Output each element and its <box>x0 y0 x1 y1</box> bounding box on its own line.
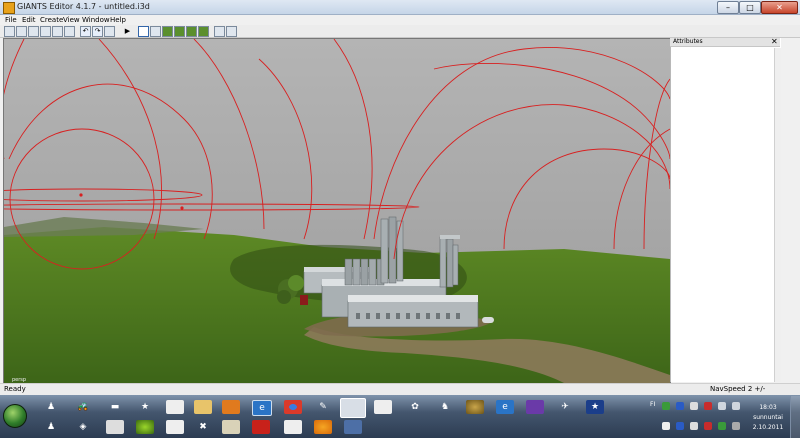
taskbar-blender-icon[interactable] <box>314 420 332 434</box>
export-icon[interactable] <box>52 26 63 37</box>
taskbar-ie-2-icon[interactable]: e <box>496 400 514 414</box>
tray-network-icon[interactable] <box>718 402 726 410</box>
status-bar <box>0 383 800 395</box>
undo-icon[interactable]: ↶ <box>80 26 91 37</box>
refresh-icon[interactable] <box>104 26 115 37</box>
taskbar-app-8-icon[interactable]: ♟ <box>42 420 60 434</box>
taskbar-goat-icon[interactable]: ♞ <box>436 400 454 414</box>
tray-volume-icon[interactable] <box>732 402 740 410</box>
taskbar-app-1-icon[interactable]: ♟ <box>42 400 60 414</box>
tray-app-4-icon[interactable] <box>676 422 684 430</box>
tray-app-8-icon[interactable] <box>732 422 740 430</box>
tray-app-6-icon[interactable] <box>704 422 712 430</box>
app-icon <box>3 2 15 14</box>
window-title: GIANTS Editor 4.1.7 - untitled.i3d <box>17 2 150 11</box>
menu-window[interactable]: Window <box>82 15 110 25</box>
taskbar-pdf-icon[interactable] <box>252 420 270 434</box>
start-button[interactable] <box>3 404 27 428</box>
clock-date[interactable]: 2.10.2011 <box>748 424 788 431</box>
terrain-raise-icon[interactable] <box>162 26 173 37</box>
tray-flag-icon[interactable] <box>690 402 698 410</box>
clock-day[interactable]: sunnuntai <box>748 414 788 421</box>
language-indicator[interactable]: FI <box>650 401 655 408</box>
menu-view[interactable]: View <box>63 15 80 25</box>
terrain-paint-icon[interactable] <box>198 26 209 37</box>
camera-icon[interactable] <box>226 26 237 37</box>
attributes-scrollbar[interactable] <box>774 48 781 382</box>
menu-bar: File Edit Create View Window Help <box>0 15 800 25</box>
terrain-smooth-icon[interactable] <box>186 26 197 37</box>
redo-icon[interactable]: ↷ <box>92 26 103 37</box>
taskbar-app-3-icon[interactable]: ▬ <box>106 400 124 414</box>
taskbar-app-2-icon[interactable]: 🚜 <box>74 400 92 414</box>
taskbar-app-7-icon[interactable]: ★ <box>586 400 604 414</box>
taskbar-folder-icon[interactable] <box>194 400 212 414</box>
taskbar-app-12-icon[interactable] <box>344 420 362 434</box>
move-icon[interactable] <box>150 26 161 37</box>
select-icon[interactable] <box>138 26 149 37</box>
taskbar-chrome-icon[interactable] <box>284 400 302 414</box>
taskbar-tools-icon[interactable]: ✖ <box>194 420 212 434</box>
show-desktop-button[interactable] <box>790 396 800 438</box>
import-icon[interactable] <box>40 26 51 37</box>
menu-file[interactable]: File <box>5 15 17 25</box>
taskbar-giants-editor-icon[interactable] <box>340 398 366 418</box>
taskbar-app-9-icon[interactable]: ◈ <box>74 420 92 434</box>
taskbar-media-icon[interactable] <box>222 400 240 414</box>
clock-time[interactable]: 18:03 <box>748 404 788 411</box>
play-icon[interactable]: ▶ <box>122 26 133 37</box>
tray-app-3-icon[interactable] <box>662 422 670 430</box>
taskbar-app-10-icon[interactable] <box>136 420 154 434</box>
tray-app-icon[interactable] <box>662 402 670 410</box>
tray-app-7-icon[interactable] <box>718 422 726 430</box>
close-button[interactable]: ✕ <box>761 1 798 14</box>
taskbar-palette-icon[interactable]: ✿ <box>406 400 424 414</box>
save-all-icon[interactable] <box>64 26 75 37</box>
taskbar-coin-icon[interactable] <box>466 400 484 414</box>
taskbar-doc-3-icon[interactable] <box>166 420 184 434</box>
menu-create[interactable]: Create <box>40 15 63 25</box>
taskbar-doc-4-icon[interactable] <box>284 420 302 434</box>
taskbar-paint-icon[interactable]: ✎ <box>314 400 332 414</box>
taskbar-app-4-icon[interactable]: ★ <box>136 400 154 414</box>
new-icon[interactable] <box>4 26 15 37</box>
tray-app-5-icon[interactable] <box>690 422 698 430</box>
taskbar-app-6-icon[interactable]: ✈ <box>556 400 574 414</box>
settings-icon[interactable] <box>214 26 225 37</box>
taskbar-doc-2-icon[interactable] <box>374 400 392 414</box>
taskbar-app-11-icon[interactable] <box>222 420 240 434</box>
menu-edit[interactable]: Edit <box>22 15 36 25</box>
status-text: Ready <box>4 385 26 393</box>
minimize-button[interactable]: – <box>717 1 739 14</box>
taskbar-app-5-icon[interactable] <box>526 400 544 414</box>
nav-speed-text: NavSpeed 2 +/- <box>710 385 766 393</box>
taskbar-ie-icon[interactable]: e <box>252 400 272 416</box>
attributes-title: Attributes <box>673 38 703 45</box>
save-icon[interactable] <box>28 26 39 37</box>
title-bar: GIANTS Editor 4.1.7 - untitled.i3d <box>0 0 800 15</box>
toolbar: ↶ ↷ ▶ <box>0 25 800 38</box>
terrain-lower-icon[interactable] <box>174 26 185 37</box>
scene-viewport[interactable]: persp <box>3 38 671 384</box>
attributes-panel <box>670 38 781 382</box>
attributes-close-icon[interactable]: ✕ <box>771 37 778 46</box>
taskbar-doc-1-icon[interactable] <box>166 400 184 414</box>
scene-render <box>4 39 670 383</box>
menu-help[interactable]: Help <box>110 15 126 25</box>
tray-bluetooth-icon[interactable] <box>676 402 684 410</box>
taskbar-list-icon[interactable] <box>106 420 124 434</box>
open-icon[interactable] <box>16 26 27 37</box>
maximize-button[interactable]: □ <box>739 1 761 14</box>
tray-app-2-icon[interactable] <box>704 402 712 410</box>
